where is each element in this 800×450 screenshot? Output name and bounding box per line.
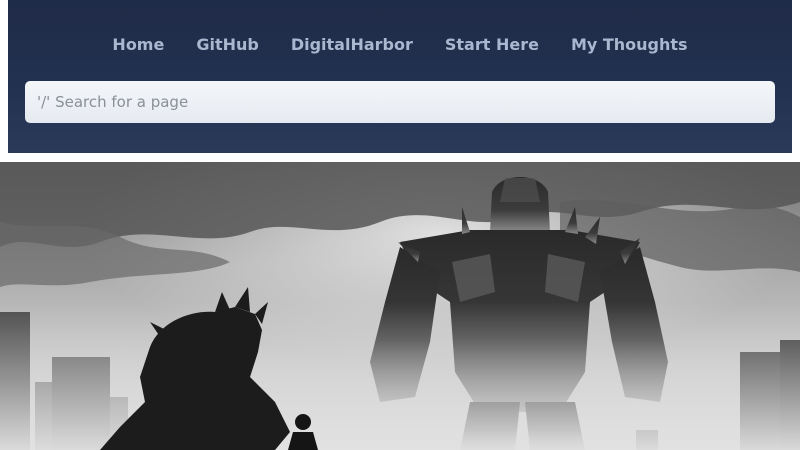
site-header: Home GitHub DigitalHarbor Start Here My …	[8, 0, 792, 153]
page: Home GitHub DigitalHarbor Start Here My …	[0, 0, 800, 450]
main-nav: Home GitHub DigitalHarbor Start Here My …	[8, 34, 792, 56]
hero-banner-image	[0, 162, 800, 450]
nav-link-github[interactable]: GitHub	[180, 34, 275, 56]
search-input[interactable]	[35, 81, 765, 123]
search-box[interactable]	[25, 81, 775, 123]
nav-link-start-here[interactable]: Start Here	[429, 34, 555, 56]
hero-banner	[0, 162, 800, 450]
header-divider	[0, 153, 800, 162]
nav-link-home[interactable]: Home	[96, 34, 180, 56]
nav-link-digitalharbor[interactable]: DigitalHarbor	[275, 34, 429, 56]
nav-link-my-thoughts[interactable]: My Thoughts	[555, 34, 704, 56]
